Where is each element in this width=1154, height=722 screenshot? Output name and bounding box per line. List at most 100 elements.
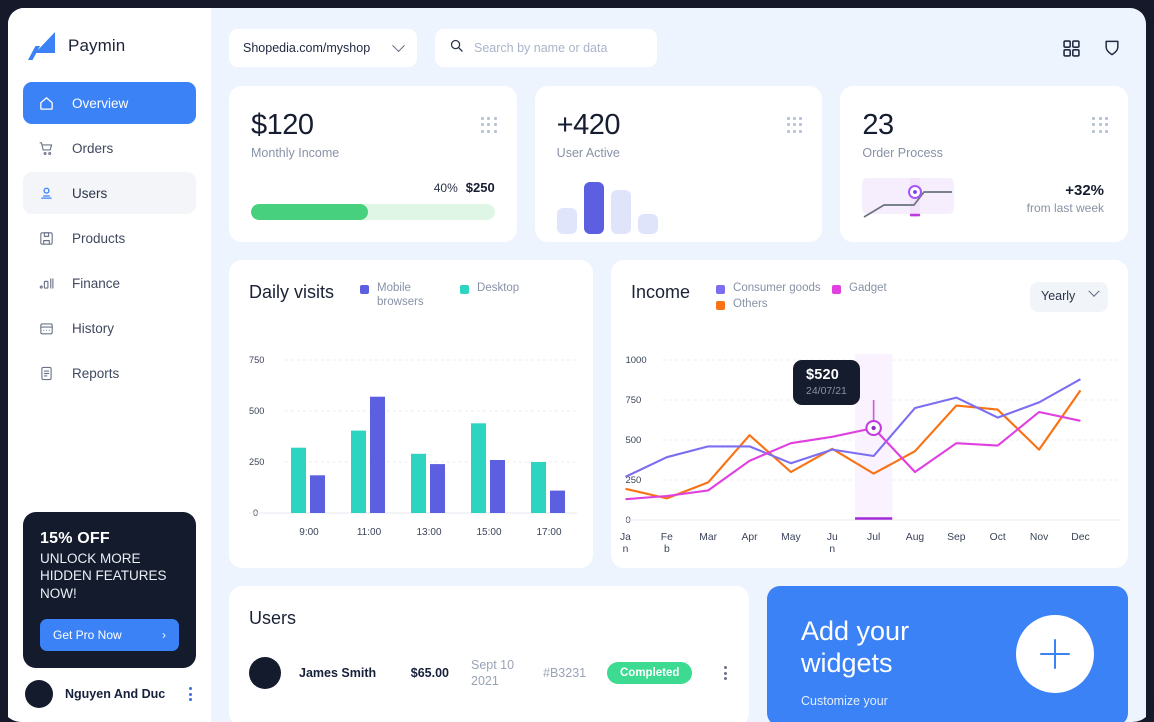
svg-text:17:00: 17:00 [536,527,561,538]
progress-bar [251,204,495,221]
drag-dots-icon[interactable] [786,117,803,133]
sidebar-item-users[interactable]: Users [23,172,196,214]
legend-item: Gadget [832,282,948,298]
svg-text:500: 500 [249,406,264,416]
chart-title: Income [631,282,691,302]
svg-text:Oct: Oct [990,532,1006,543]
kebab-menu-icon[interactable] [720,662,729,684]
sidebar-item-label: Orders [72,140,114,156]
topbar: Shopedia.com/myshop [229,26,1128,70]
avatar [249,657,281,690]
svg-text:n: n [829,544,835,555]
charts-row: Daily visits Mobile browsers Desktop 750… [229,260,1128,568]
app-shell: Paymin Overview Orders Users Products Fi… [8,8,1146,722]
brand: Paymin [8,8,211,82]
grid-apps-icon[interactable] [1061,38,1082,59]
chart-header: Income Consumer goods Gadget Others Year… [631,282,1108,314]
drag-dots-icon[interactable] [1092,117,1109,133]
users-panel-title: Users [249,608,297,628]
legend-label: Mobile browsers [377,282,424,308]
chevron-right-icon: › [162,628,166,642]
table-row[interactable]: James Smith $65.00 Sept 10 2021 #B3231 C… [249,657,729,690]
stat-value: $120 [251,109,314,141]
svg-text:Fe: Fe [661,532,673,543]
add-widgets-subtitle: Customize your [801,694,888,709]
period-value: Yearly [1041,289,1076,303]
chart-legend: Mobile browsers Desktop [360,282,560,308]
sidebar-item-finance[interactable]: Finance [23,262,196,304]
delta-value: +32% [1065,181,1105,199]
period-select[interactable]: Yearly [1030,282,1108,312]
main-content: Shopedia.com/myshop $120 [211,8,1146,722]
legend-item: Desktop [460,282,560,298]
svg-text:Mar: Mar [699,532,717,543]
svg-text:Sep: Sep [947,532,966,543]
status-badge: Completed [607,662,693,685]
progress-percent: 40% [433,181,458,196]
sidebar-item-label: Overview [72,95,129,111]
stat-card-order-process: 23 Order Process +32% from last week [840,86,1129,242]
income-card: Income Consumer goods Gadget Others Year… [611,260,1128,568]
income-plot: 1000 750 500 250 0 Ja n Fe b Mar Apr May… [611,332,1128,568]
sidebar-item-history[interactable]: History [23,307,196,349]
chevron-down-icon [392,38,405,52]
svg-text:250: 250 [249,457,264,467]
stat-card-monthly-income: $120 Monthly Income 40% $250 [229,86,517,242]
legend-label: Consumer goods [733,282,821,294]
sparkline-row: +32% from last week [862,176,1106,220]
sidebar-item-products[interactable]: Products [23,217,196,259]
shield-icon[interactable] [1102,38,1122,58]
users-panel: Users James Smith $65.00 Sept 10 2021 #B… [229,586,749,722]
sidebar-nav: Overview Orders Users Products Finance H… [8,82,211,394]
stat-value: 23 [862,109,894,141]
search-box[interactable] [435,29,657,67]
document-icon [37,364,56,383]
search-icon [449,38,464,58]
get-pro-now-button[interactable]: Get Pro Now › [40,619,179,651]
search-input[interactable] [474,41,643,55]
stat-label: Order Process [862,146,943,161]
svg-text:b: b [664,544,670,555]
stat-label: User Active [556,146,620,161]
svg-text:1000: 1000 [625,355,646,365]
sidebar-item-label: History [72,320,115,336]
legend-label: Desktop [477,282,520,294]
sidebar-item-label: Users [72,185,108,201]
svg-text:Nov: Nov [1030,532,1049,543]
shop-select[interactable]: Shopedia.com/myshop [229,29,417,67]
svg-text:500: 500 [625,435,641,445]
svg-text:15:00: 15:00 [476,527,501,538]
user-amount: $65.00 [410,666,449,681]
account-row[interactable]: Nguyen And Duc [8,680,211,722]
chart-legend: Consumer goods Gadget Others [716,282,948,314]
mini-bar [637,214,658,235]
mini-bar [610,190,631,235]
svg-text:750: 750 [625,395,641,405]
brand-name: Paymin [68,36,126,55]
sidebar-item-reports[interactable]: Reports [23,352,196,394]
svg-text:13:00: 13:00 [416,527,441,538]
svg-text:Ja: Ja [620,532,631,543]
sidebar-item-overview[interactable]: Overview [23,82,196,124]
bottom-row: Users James Smith $65.00 Sept 10 2021 #B… [229,586,1128,722]
add-widgets-card[interactable]: Add your widgets Customize your [767,586,1128,722]
kebab-menu-icon[interactable] [185,683,196,705]
svg-text:May: May [781,532,801,543]
plus-icon[interactable] [1016,615,1094,693]
user-name: James Smith [299,666,377,681]
legend-label: Gadget [849,282,887,294]
mini-bar-chart [556,178,801,235]
home-icon [37,94,56,113]
user-date: Sept 10 2021 [471,658,515,689]
chart-title: Daily visits [249,282,335,302]
drag-dots-icon[interactable] [480,117,497,133]
mini-bar [556,208,577,235]
promo-card: 15% OFF UNLOCK MORE HIDDEN FEATURES NOW!… [23,511,196,668]
sidebar-item-orders[interactable]: Orders [23,127,196,169]
progress-amount: $250 [465,180,495,196]
mini-bar [583,182,604,235]
stat-value: +420 [556,109,621,141]
svg-text:750: 750 [249,355,264,365]
add-widgets-title: Add your widgets [801,616,910,678]
sparkline-chart [862,176,977,220]
